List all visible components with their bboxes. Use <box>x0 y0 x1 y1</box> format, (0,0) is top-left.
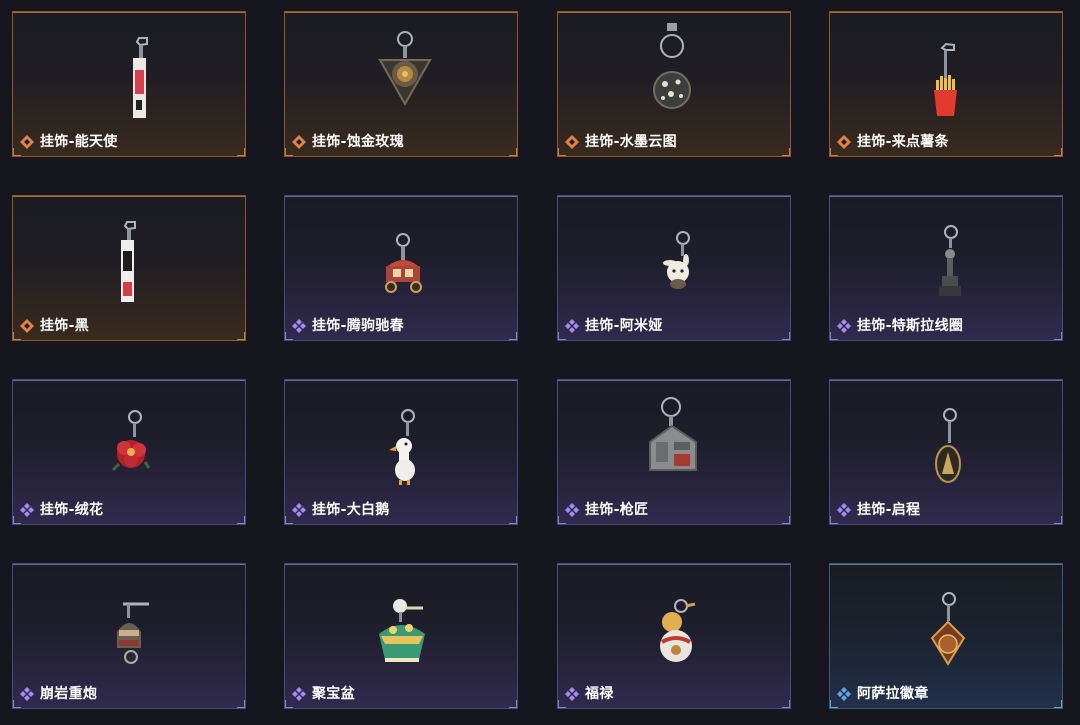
charm-card[interactable]: 挂饰-能天使 <box>12 11 246 157</box>
charm-card[interactable]: 挂饰-特斯拉线圈 <box>829 195 1063 341</box>
charm-card[interactable]: 挂饰-枪匠 <box>557 379 791 525</box>
charm-label: 崩岩重炮 <box>40 686 98 702</box>
charm-card[interactable]: 挂饰-大白鹅 <box>284 379 518 525</box>
charm-card[interactable]: 挂饰-启程 <box>829 379 1063 525</box>
charm-card[interactable]: 挂饰-绒花 <box>12 379 246 525</box>
charm-card[interactable]: 聚宝盆 <box>284 563 518 709</box>
orange-diamond-icon <box>837 135 851 149</box>
orange-diamond-icon <box>292 135 306 149</box>
charm-card[interactable]: 挂饰-黑 <box>12 195 246 341</box>
charm-label: 挂饰-蚀金玫瑰 <box>312 134 404 150</box>
charm-card[interactable]: 挂饰-蚀金玫瑰 <box>284 11 518 157</box>
charm-card[interactable]: 挂饰-水墨云图 <box>557 11 791 157</box>
charm-label: 挂饰-启程 <box>857 502 921 518</box>
charm-label: 挂饰-枪匠 <box>585 502 649 518</box>
charm-grid: 挂饰-能天使 挂饰-蚀金玫瑰 挂饰-水墨云图 挂饰-来点薯条 挂饰-黑 挂饰-腾… <box>0 0 1080 725</box>
charm-card[interactable]: 崩岩重炮 <box>12 563 246 709</box>
charm-label: 挂饰-来点薯条 <box>857 134 949 150</box>
charm-card[interactable]: 福禄 <box>557 563 791 709</box>
purple-diamond-icon <box>565 319 579 333</box>
purple-diamond-icon <box>292 687 306 701</box>
purple-diamond-icon <box>292 503 306 517</box>
charm-label: 挂饰-大白鹅 <box>312 502 390 518</box>
charm-card[interactable]: 挂饰-阿米娅 <box>557 195 791 341</box>
charm-label: 阿萨拉徽章 <box>857 686 929 702</box>
charm-label: 聚宝盆 <box>312 686 355 702</box>
charm-card[interactable]: 挂饰-来点薯条 <box>829 11 1063 157</box>
orange-diamond-icon <box>20 319 34 333</box>
charm-label: 福禄 <box>585 686 614 702</box>
charm-label: 挂饰-黑 <box>40 318 90 334</box>
purple-diamond-icon <box>837 319 851 333</box>
charm-label: 挂饰-绒花 <box>40 502 104 518</box>
charm-label: 挂饰-阿米娅 <box>585 318 663 334</box>
charm-label: 挂饰-水墨云图 <box>585 134 677 150</box>
orange-diamond-icon <box>20 135 34 149</box>
blue-diamond-icon <box>837 687 851 701</box>
purple-diamond-icon <box>837 503 851 517</box>
purple-diamond-icon <box>565 687 579 701</box>
purple-diamond-icon <box>20 503 34 517</box>
purple-diamond-icon <box>20 687 34 701</box>
orange-diamond-icon <box>565 135 579 149</box>
purple-diamond-icon <box>292 319 306 333</box>
purple-diamond-icon <box>565 503 579 517</box>
charm-label: 挂饰-腾驹驰春 <box>312 318 404 334</box>
charm-card[interactable]: 挂饰-腾驹驰春 <box>284 195 518 341</box>
charm-card[interactable]: 阿萨拉徽章 <box>829 563 1063 709</box>
charm-label: 挂饰-特斯拉线圈 <box>857 318 964 334</box>
charm-label: 挂饰-能天使 <box>40 134 118 150</box>
